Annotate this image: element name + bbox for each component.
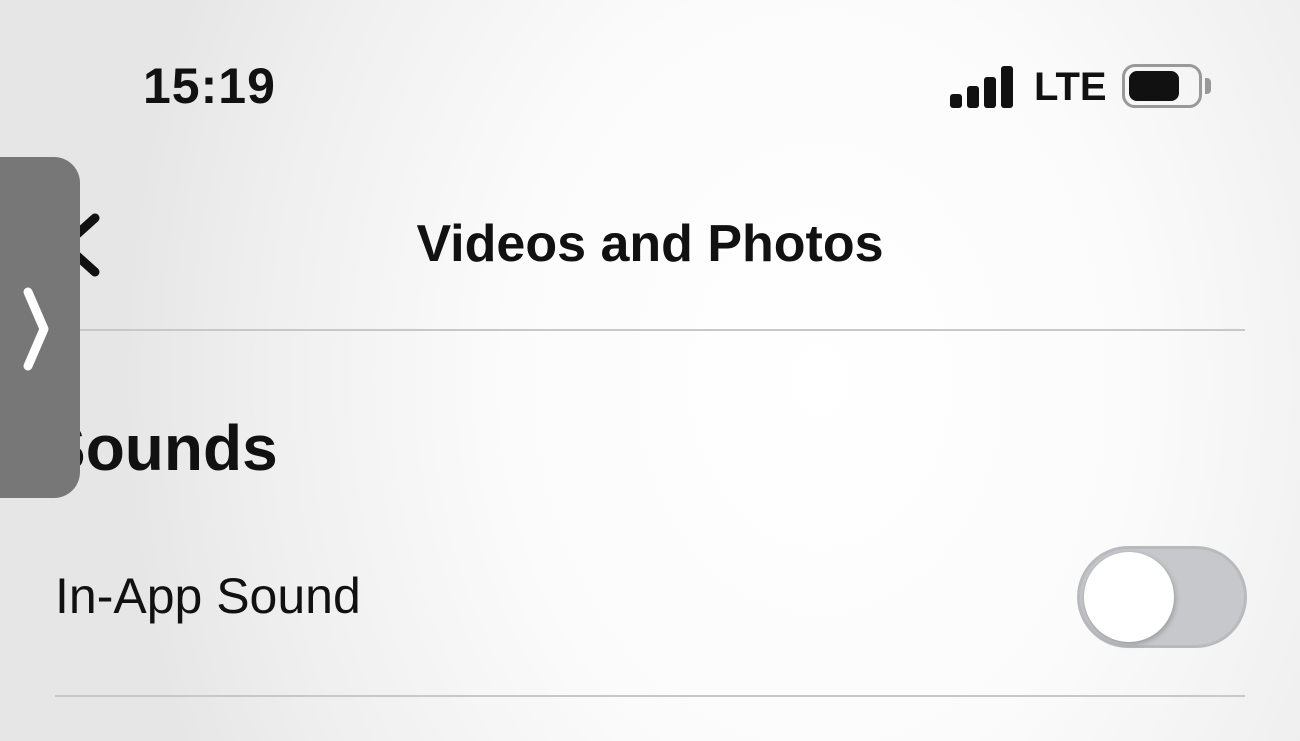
- cellular-signal-icon: [950, 66, 1020, 108]
- chevron-right-icon: [23, 287, 49, 371]
- row-divider: [55, 695, 1245, 697]
- battery-icon: [1122, 64, 1202, 108]
- status-time: 15:19: [143, 58, 276, 114]
- in-app-sound-toggle[interactable]: [1077, 546, 1247, 648]
- network-type: LTE: [1034, 65, 1107, 109]
- battery-tip: [1205, 78, 1211, 94]
- page-title: Videos and Photos: [416, 215, 884, 273]
- toggle-knob: [1084, 552, 1174, 642]
- side-panel-handle[interactable]: [0, 157, 80, 498]
- in-app-sound-label: In-App Sound: [55, 568, 361, 624]
- nav-divider: [55, 329, 1245, 331]
